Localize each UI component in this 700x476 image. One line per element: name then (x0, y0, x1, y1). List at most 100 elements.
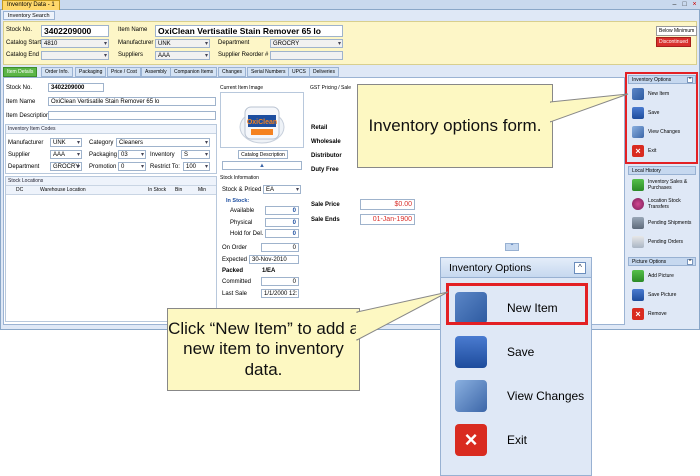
tab-order-info[interactable]: Order Info. (41, 67, 73, 77)
arrows-icon (632, 178, 644, 191)
chevron-up-icon[interactable]: ^ (574, 262, 586, 274)
last-sale-label: Last Sale (222, 291, 248, 297)
tab-deliveries[interactable]: Deliveries (309, 67, 339, 77)
department-label: Department (218, 40, 250, 46)
col-bin[interactable]: Bin (175, 187, 182, 193)
add-picture-icon (632, 269, 644, 282)
close-icon[interactable]: × (690, 0, 699, 9)
save-picture-icon (632, 288, 644, 301)
details-stock-no-label: Stock No. (6, 85, 33, 91)
stock-priced-select[interactable]: EA (263, 185, 301, 194)
catalog-start-field[interactable]: 4810 (41, 39, 109, 48)
current-image-title: Current Item Image (220, 85, 264, 91)
available-field: 0 (265, 206, 299, 215)
below-minimum-badge: Below Minimum (656, 26, 698, 36)
zoom-options-header[interactable]: Inventory Options (441, 258, 591, 278)
item-description-field[interactable] (48, 111, 216, 120)
packaging-select[interactable]: 03 (118, 150, 146, 159)
tab-inventory-search[interactable]: Inventory Search (3, 11, 55, 20)
col-min[interactable]: Min (198, 187, 206, 193)
suppliers-label: Suppliers (118, 52, 144, 58)
tab-item-details[interactable]: Item Details (3, 67, 38, 77)
zoom-save[interactable]: Save (441, 330, 591, 374)
manufacturer-field[interactable]: UNK (155, 39, 210, 48)
codes-manufacturer-select[interactable]: UNK (50, 138, 82, 147)
picture-options-title: Picture Options (632, 259, 667, 265)
details-item-name-field[interactable]: OxiClean Vertisatile Stain Remover 65 lo (48, 97, 216, 106)
department-field[interactable]: GROCRY (270, 39, 343, 48)
department-select[interactable]: GROCRY (50, 162, 82, 171)
image-dropdown[interactable]: ▲ (222, 161, 302, 170)
callout-bottom-pointer (356, 291, 449, 341)
col-dc[interactable]: DC (16, 187, 23, 193)
tab-upcs[interactable]: UPCS (288, 67, 310, 77)
sale-ends-label: Sale Ends (311, 217, 340, 223)
save-icon (455, 336, 487, 368)
tab-companion-items[interactable]: Companion Items (170, 67, 218, 77)
local-history-header[interactable]: Local History (628, 166, 696, 175)
oxiclean-product-image: OxiClean (239, 106, 285, 144)
history-stock-transfers[interactable]: Location Stock Transfers (628, 194, 696, 213)
zoom-view-changes[interactable]: View Changes (441, 374, 591, 418)
tab-packaging[interactable]: Packaging (75, 67, 107, 77)
supplier-select[interactable]: AAA (50, 150, 82, 159)
history-pending-shipments[interactable]: Pending Shipments (628, 213, 696, 232)
suppliers-field[interactable]: AAA (155, 51, 210, 60)
inventory-select[interactable]: S (181, 150, 210, 159)
product-brand-text: OxiClean (247, 119, 277, 126)
col-in-stock[interactable]: In Stock (148, 187, 166, 193)
picture-save[interactable]: Save Picture (628, 285, 696, 304)
on-order-field: 0 (261, 243, 299, 252)
tab-price-cost[interactable]: Price / Cost (107, 67, 141, 77)
callout-top-pointer (550, 93, 629, 123)
history-label: Pending Shipments (648, 219, 692, 226)
zoom-exit[interactable]: × Exit (441, 418, 591, 462)
stock-priced-label: Stock & Priced (222, 187, 262, 193)
sale-ends-field[interactable]: 01-Jan-1900 (360, 214, 415, 225)
stock-no-field[interactable]: 3402209000 (41, 25, 109, 37)
distributor-label: Distributor (311, 153, 342, 159)
in-stock-label: In Stock: (226, 198, 250, 204)
view-changes-icon (455, 380, 487, 412)
tab-serial-numbers[interactable]: Serial Numbers (247, 67, 290, 77)
picture-remove[interactable]: × Remove (628, 304, 696, 323)
transfer-icon (632, 197, 644, 210)
tab-assembly[interactable]: Assembly (141, 67, 171, 77)
item-name-field[interactable]: OxiClean Vertisatile Stain Remover 65 lo (155, 25, 343, 37)
remove-icon: × (632, 307, 644, 320)
sale-price-label: Sale Price (311, 202, 340, 208)
col-warehouse-location[interactable]: Warehouse Location (40, 187, 86, 193)
category-select[interactable]: Cleaners (116, 138, 210, 147)
wholesale-label: Wholesale (311, 139, 341, 145)
history-pending-orders[interactable]: Pending Orders (628, 232, 696, 251)
hold-label: Hold for Del. (230, 231, 264, 237)
local-history-title: Local History (632, 168, 661, 174)
category-label: Category (89, 140, 114, 146)
picture-add[interactable]: Add Picture (628, 266, 696, 285)
catalog-description-button[interactable]: Catalog Description (238, 150, 288, 159)
restrict-label: Restrict To: (150, 164, 180, 170)
restrict-select[interactable]: 100 (183, 162, 210, 171)
expected-field: 30-Nov-2010 (249, 255, 299, 264)
history-sales-purchases[interactable]: Inventory Sales & Purchases (628, 175, 696, 194)
details-stock-no-field[interactable]: 3402209000 (48, 83, 104, 92)
document-tab[interactable]: Inventory Data - 1 (2, 0, 60, 10)
maximize-icon[interactable]: □ (680, 0, 689, 9)
discontinued-badge: Discontinued (656, 37, 691, 47)
tab-changes[interactable]: Changes (218, 67, 247, 77)
stock-locations-group: Stock Locations (5, 176, 217, 322)
detail-tabs: Item Details Order Info. Packaging Price… (3, 67, 625, 77)
promotion-select[interactable]: 0 (118, 162, 146, 171)
chevron-up-icon[interactable]: ^ (687, 259, 693, 265)
collapse-toggle[interactable]: ⌃ (505, 243, 519, 251)
inventory-label: Inventory (150, 152, 175, 158)
sale-price-field[interactable]: $0.00 (360, 199, 415, 210)
supplier-reorder-field[interactable] (270, 51, 343, 60)
picture-label: Add Picture (648, 272, 674, 279)
stock-no-label: Stock No. (6, 27, 33, 33)
stock-info-title: Stock Information (220, 175, 259, 181)
packed-value: 1/EA (262, 268, 276, 274)
picture-options-header[interactable]: Picture Options ^ (628, 257, 696, 266)
minimize-icon[interactable]: – (670, 0, 679, 9)
catalog-end-field[interactable] (41, 51, 109, 60)
